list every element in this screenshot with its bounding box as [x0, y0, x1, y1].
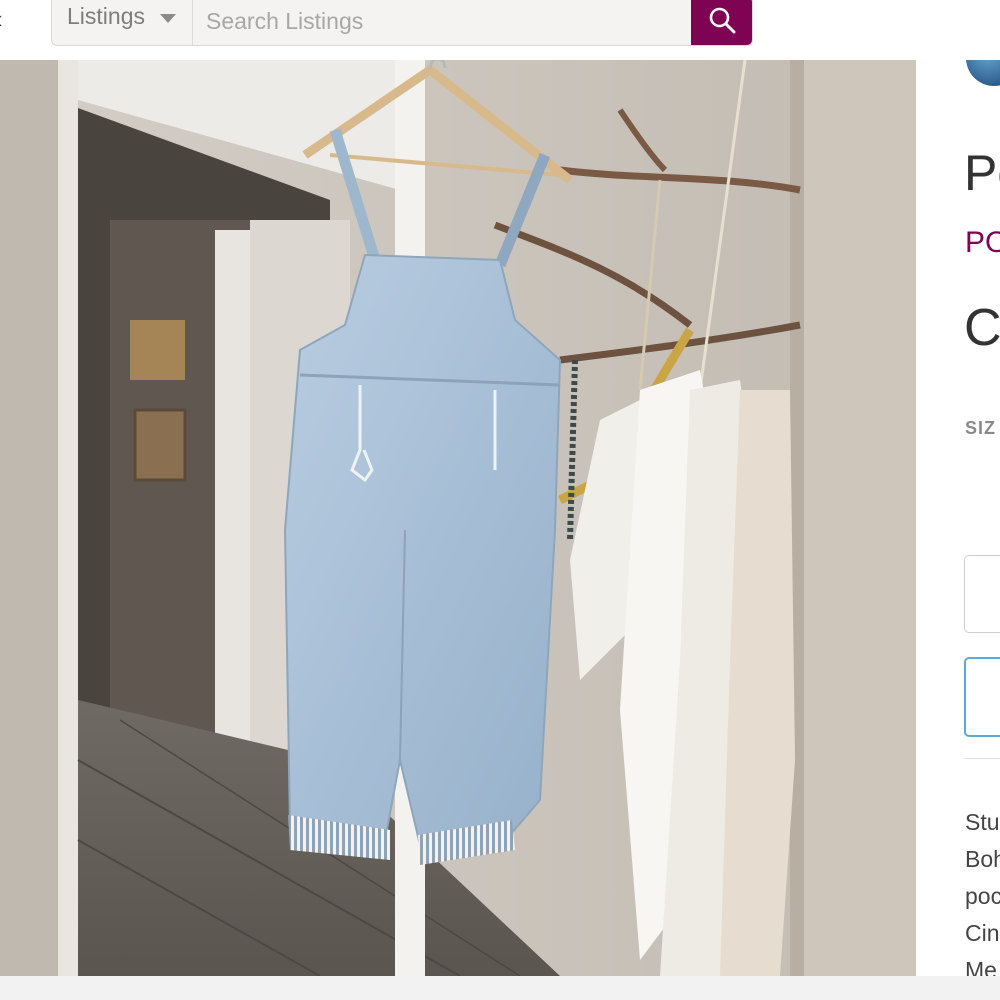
listing-title: Po: [964, 145, 1000, 201]
description-line: Cin: [965, 920, 1000, 946]
avatar[interactable]: [966, 60, 1000, 86]
listing-description: Stu Boh poc Cin Me: [965, 804, 1000, 976]
action-button-primary[interactable]: [964, 555, 1000, 633]
top-bar: ‹ Listings: [0, 0, 1000, 60]
divider: [964, 758, 1000, 759]
description-line: Me: [965, 957, 997, 976]
search-scope-dropdown[interactable]: Listings: [52, 0, 193, 45]
description-line: Stu: [965, 809, 1000, 835]
description-line: poc: [965, 883, 1000, 909]
listing-brand-link[interactable]: PO: [965, 226, 1000, 260]
bottom-strip: [0, 976, 1000, 1000]
search-button[interactable]: [691, 0, 752, 45]
listing-price: C: [964, 299, 1000, 357]
listing-photo[interactable]: [0, 60, 916, 976]
search-bar: Listings: [51, 0, 753, 46]
chevron-down-icon: [160, 14, 176, 23]
back-icon[interactable]: ‹: [0, 4, 3, 35]
search-input[interactable]: [193, 0, 691, 45]
size-label: SIZ: [965, 418, 997, 438]
search-scope-label: Listings: [67, 3, 145, 29]
action-button-secondary[interactable]: [964, 657, 1000, 737]
search-icon: [709, 7, 736, 34]
description-line: Boh: [965, 846, 1000, 872]
listing-details: Po PO C SIZ Stu Boh poc Cin Me: [916, 60, 1000, 976]
